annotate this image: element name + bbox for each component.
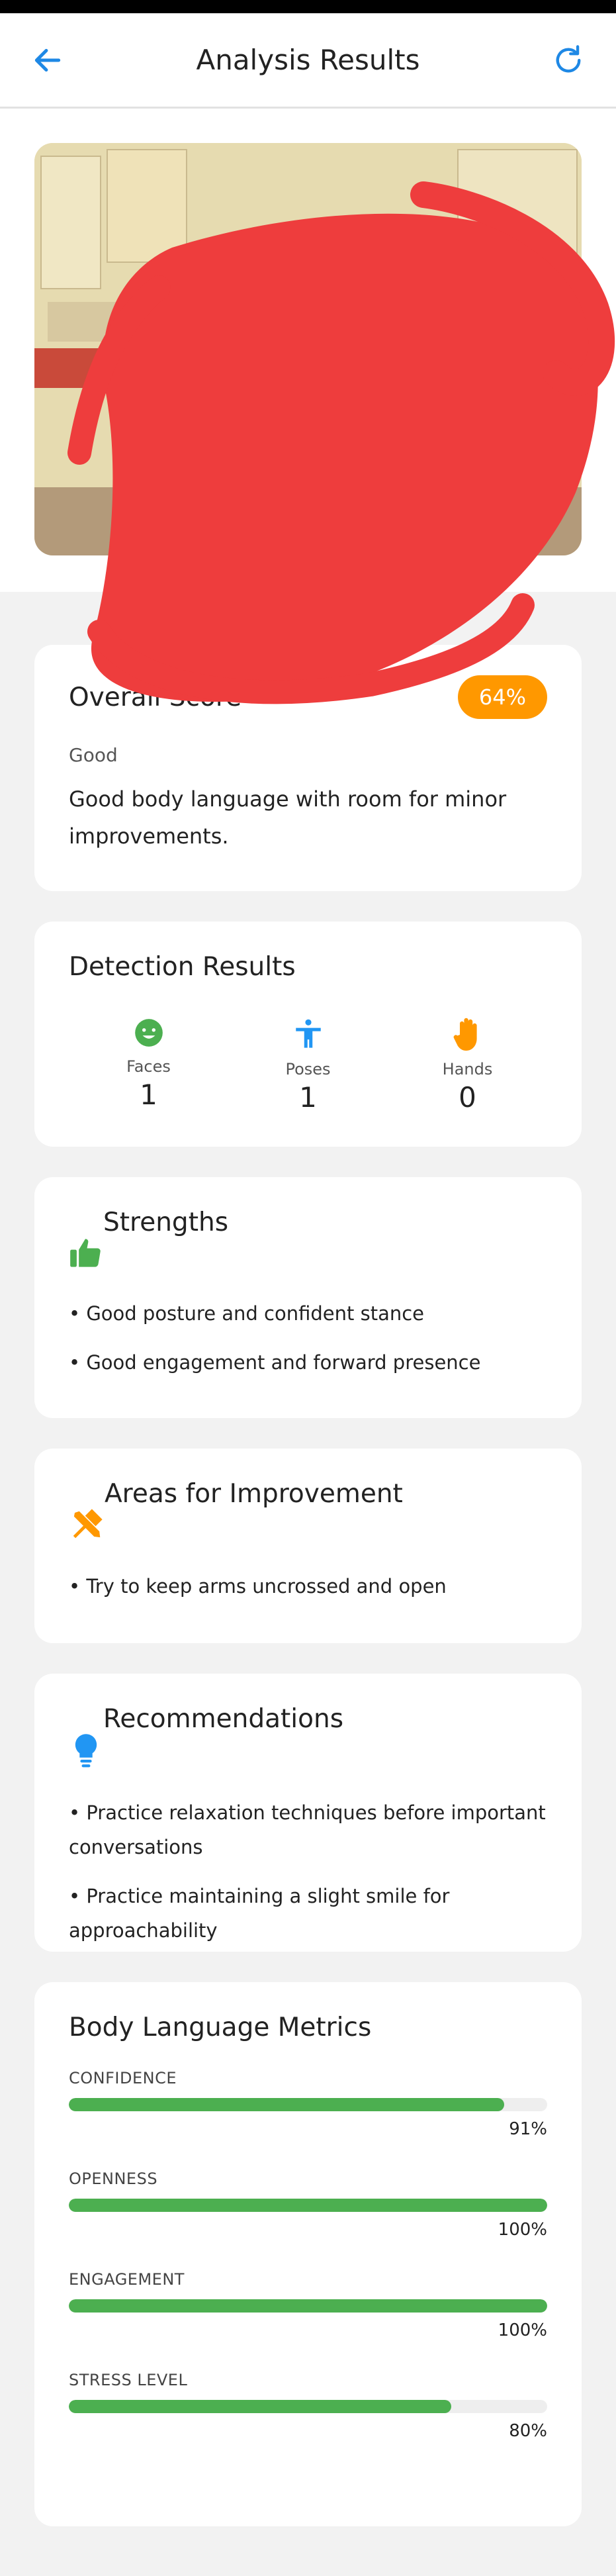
recommendations-card: Recommendations • Practice relaxation te… [34,1674,582,1952]
page-title: Analysis Results [196,44,420,76]
metric-value: 80% [509,2421,547,2441]
detection-poses: Poses 1 [242,1016,374,1114]
progress-fill [69,2199,547,2212]
metric-confidence: Confidence 91% [69,2069,547,2139]
recommendations-title: Recommendations [103,1704,344,1734]
recommendation-item: • Practice maintaining a slight smile fo… [69,1885,450,1942]
score-badge: 64% [457,675,547,719]
thumbs-up-icon [70,1239,101,1267]
recommendation-item: • Practice relaxation techniques before … [69,1801,546,1858]
metric-engagement: Engagement 100% [69,2270,547,2340]
metric-label: Engagement [69,2270,185,2289]
hand-icon [453,1018,477,1051]
progress-fill [69,2299,547,2313]
improvement-item: • Try to keep arms uncrossed and open [69,1575,447,1598]
score-description: Good body language with room for minor i… [69,787,507,849]
arrow-left-icon [34,48,61,72]
detection-hands: Hands 0 [402,1016,534,1114]
improvement-card: Areas for Improvement • Try to keep arms… [34,1449,582,1643]
metric-value: 100% [498,2320,547,2340]
progress-track [69,2400,547,2413]
analyzed-photo [34,143,582,555]
hands-count: 0 [459,1081,476,1114]
status-bar [0,0,616,13]
metric-label: Openness [69,2170,158,2188]
strength-item: • Good posture and confident stance [69,1302,425,1325]
results-content: Overall Score 64% Good Good body languag… [0,592,616,2526]
poses-label: Poses [285,1060,331,1078]
person-icon [295,1019,321,1048]
progress-track [69,2098,547,2111]
detection-title: Detection Results [69,952,296,982]
overall-score-card: Overall Score 64% Good Good body languag… [34,645,582,891]
tools-icon [73,1509,103,1539]
metric-stress-level: Stress Level 80% [69,2371,547,2441]
score-rating: Good [69,744,118,766]
metric-label: Stress Level [69,2371,188,2389]
faces-count: 1 [140,1078,157,1111]
faces-label: Faces [126,1057,171,1076]
strengths-card: Strengths • Good posture and confident s… [34,1177,582,1418]
strengths-title: Strengths [103,1208,229,1237]
hands-label: Hands [442,1060,493,1078]
back-button[interactable] [26,39,69,81]
lightbulb-icon [75,1734,97,1768]
detection-results-card: Detection Results Faces 1 Poses 1 Hands … [34,922,582,1147]
progress-track [69,2199,547,2212]
refresh-icon [556,44,581,72]
metric-value: 91% [509,2119,547,2139]
face-icon [134,1019,163,1047]
progress-fill [69,2400,452,2413]
strength-item: • Good engagement and forward presence [69,1351,481,1374]
progress-fill [69,2098,504,2111]
metric-label: Confidence [69,2069,177,2087]
progress-track [69,2299,547,2313]
metrics-card: Body Language Metrics Confidence 91% Ope… [34,1982,582,2526]
photo-section [0,109,616,704]
app-header: Analysis Results [0,13,616,109]
metric-openness: Openness 100% [69,2170,547,2240]
detection-faces: Faces 1 [83,1016,215,1114]
metrics-title: Body Language Metrics [69,2013,372,2042]
improvement-title: Areas for Improvement [105,1479,403,1509]
metric-value: 100% [498,2220,547,2240]
refresh-button[interactable] [547,39,590,81]
photo-background [34,143,582,555]
poses-count: 1 [299,1081,317,1114]
overall-score-title: Overall Score [69,682,242,712]
